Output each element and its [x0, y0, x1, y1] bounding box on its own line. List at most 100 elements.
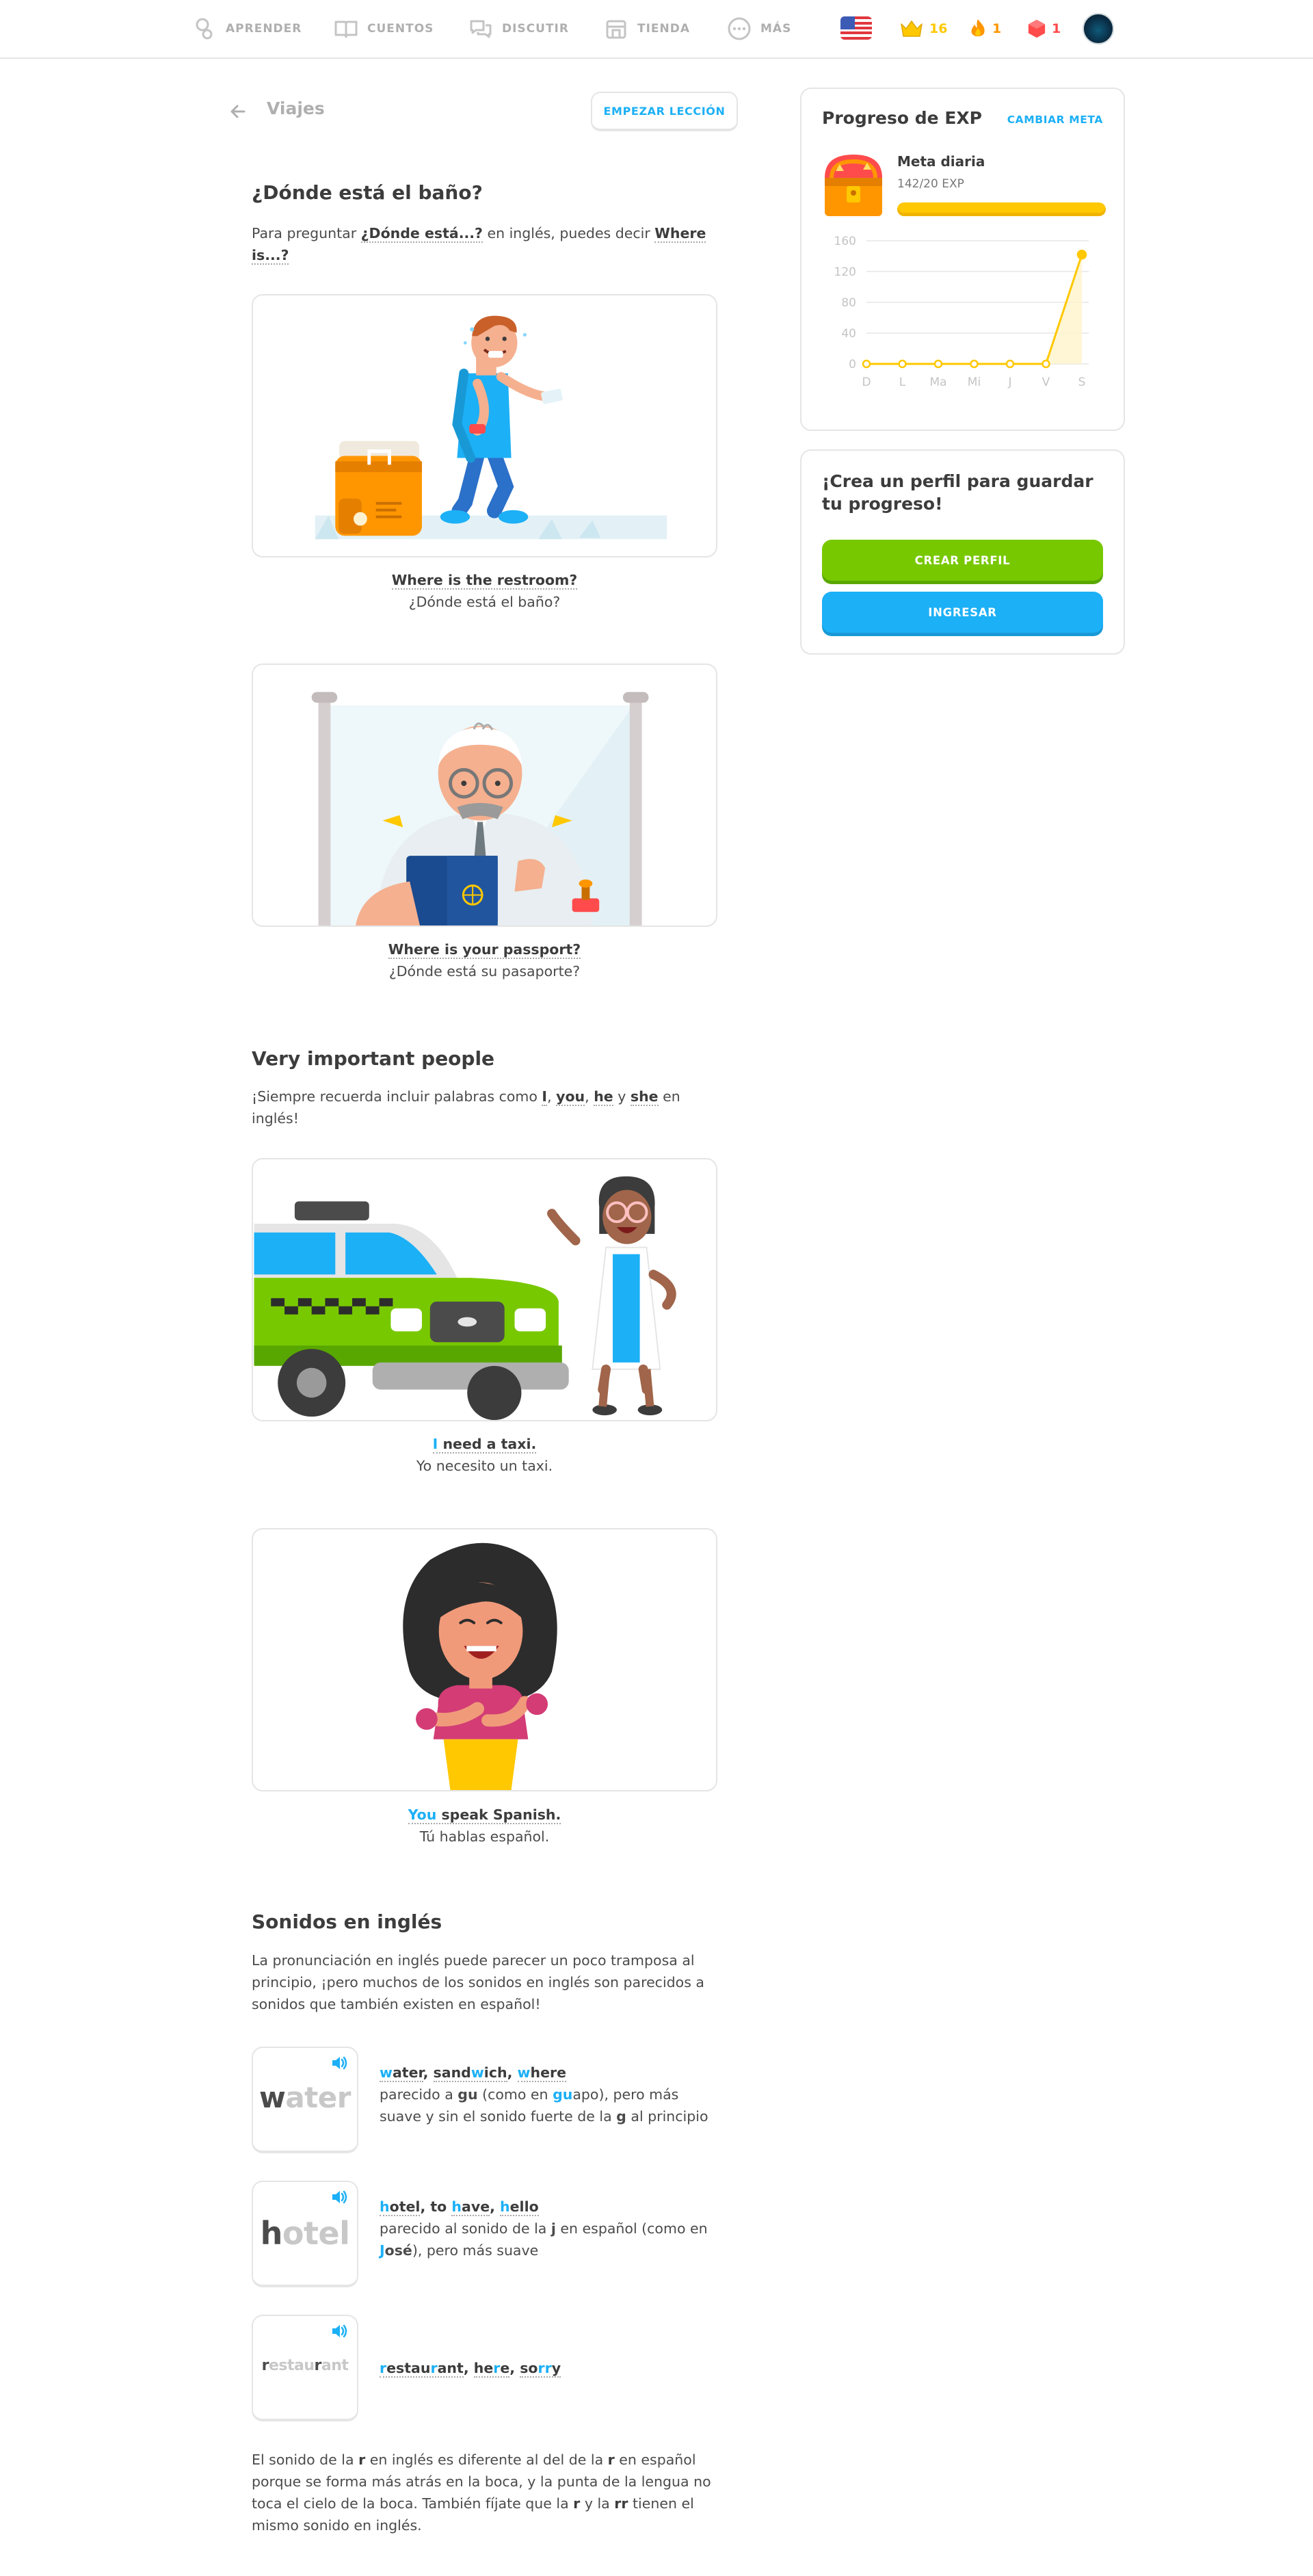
chart-point	[1005, 359, 1015, 369]
hint-word[interactable]: here	[473, 2360, 510, 2378]
chart-x-tick-label: Mi	[968, 376, 981, 389]
streak-count: 1	[992, 21, 1002, 36]
example-restroom: Where is the restroom? ¿Dónde está el ba…	[252, 569, 717, 613]
daily-goal-progress-bar	[897, 202, 1106, 216]
example-passport: Where is your passport? ¿Dónde está su p…	[252, 938, 717, 982]
sound-example-words: restaurant, here, sorry	[380, 2360, 561, 2378]
streak-counter[interactable]: 1	[969, 16, 1001, 41]
gem-icon	[1028, 19, 1046, 38]
hint-word[interactable]: hotel	[380, 2198, 421, 2216]
chart-y-tick-label: 0	[849, 358, 856, 371]
section-title-bathroom: ¿Dónde está el baño?	[252, 181, 483, 204]
unit-title: Viajes	[267, 98, 325, 118]
example-english[interactable]: You speak Spanish.	[408, 1806, 561, 1824]
daily-goal-exp: 142/20 EXP	[897, 177, 964, 191]
restroom-illustration	[315, 315, 667, 540]
illustration-spanish-speaker	[252, 1528, 717, 1791]
crowns-count: 16	[929, 21, 948, 36]
example-taxi: I need a taxi. Yo necesito un taxi.	[252, 1433, 717, 1477]
exp-progress-panel: Progreso de EXP CAMBIAR META Meta diaria…	[800, 88, 1125, 431]
hint-word[interactable]: I	[542, 1088, 548, 1106]
sound-explanation: parecido a gu (como en guapo), pero más …	[380, 2086, 708, 2125]
us-flag-icon[interactable]	[840, 16, 872, 40]
nav-label: APRENDER	[226, 22, 302, 36]
hint-word[interactable]: he	[594, 1088, 613, 1106]
discuss-icon	[470, 20, 492, 38]
gems-counter[interactable]: 1	[1027, 16, 1061, 41]
learn-icon	[196, 18, 213, 40]
chart-y-tick-label: 40	[841, 327, 856, 341]
sound-description-hotel: hotel, to have, hello parecido al sonido…	[380, 2196, 721, 2261]
example-english[interactable]: I need a taxi.	[432, 1436, 537, 1454]
example-english[interactable]: Where is your passport?	[388, 941, 581, 959]
chart-x-tick-label: V	[1042, 376, 1050, 389]
hint-word[interactable]: sorry	[520, 2360, 561, 2378]
chart-point	[970, 359, 979, 369]
example-spanish: ¿Dónde está su pasaporte?	[388, 963, 581, 980]
sound-description-restaurant: restaurant, here, sorry	[380, 2357, 721, 2379]
flame-icon	[971, 19, 985, 37]
hint-word[interactable]: water	[380, 2064, 423, 2082]
us-flag-graphic	[840, 16, 872, 40]
exp-panel-title: Progreso de EXP	[822, 108, 982, 128]
hint-word[interactable]: have	[451, 2198, 490, 2216]
nav-item-more[interactable]: MÁS	[726, 15, 791, 42]
chart-series-line	[866, 254, 1083, 365]
back-arrow-icon[interactable]	[228, 101, 248, 122]
gems-count: 1	[1052, 21, 1061, 36]
profile-panel-title: ¡Crea un perfil para guardar tu progreso…	[822, 471, 1093, 514]
nav-item-discuss[interactable]: DISCUTIR	[468, 15, 569, 42]
hint-word[interactable]: where	[517, 2064, 566, 2082]
sound-example-words: hotel, to have, hello	[380, 2198, 539, 2216]
sounds-intro: La pronunciación en inglés puede parecer…	[252, 1952, 704, 2012]
chart-point	[1076, 250, 1087, 260]
example-spanish-speaker: You speak Spanish. Tú hablas español.	[252, 1804, 717, 1848]
chart-y-tick-label: 120	[834, 265, 856, 279]
chart-y-tick-label: 80	[841, 296, 856, 310]
chart-area	[866, 254, 1082, 364]
chart-x-tick-label: Ma	[929, 376, 946, 389]
hint-word[interactable]: she	[630, 1088, 659, 1106]
top-navigation-bar: APRENDER CUENTOS DISCUTIR TIENDA MÁS 16 …	[0, 0, 1313, 59]
illustration-passport	[252, 663, 717, 927]
sound-card-word: water	[259, 2081, 351, 2114]
nav-item-stories[interactable]: CUENTOS	[333, 15, 434, 42]
login-button[interactable]: INGRESAR	[822, 592, 1103, 633]
sounds-outro: El sonido de la r en inglés es diferente…	[252, 2452, 711, 2534]
passport-illustration	[311, 692, 649, 925]
chart-x-tick-label: D	[862, 376, 871, 389]
hint-word[interactable]: sandwich	[433, 2064, 507, 2082]
nav-item-learn[interactable]: APRENDER	[191, 15, 302, 42]
example-english[interactable]: Where is the restroom?	[391, 572, 578, 590]
hint-word[interactable]: ¿Dónde está...?	[360, 225, 483, 243]
treasure-chest-icon	[825, 155, 882, 216]
sound-card-restaurant[interactable]: restaurant	[252, 2315, 358, 2421]
crowns-counter[interactable]: 16	[899, 16, 947, 41]
example-spanish: Yo necesito un taxi.	[416, 1458, 553, 1474]
sound-card-water[interactable]: water	[252, 2047, 358, 2153]
sound-explanation: parecido al sonido de la j en español (c…	[380, 2220, 708, 2259]
bathroom-intro: Para preguntar ¿Dónde está...? en inglés…	[252, 225, 706, 265]
chart-x-tick-label: L	[899, 376, 906, 389]
change-goal-link[interactable]: CAMBIAR META	[1007, 114, 1103, 126]
progress-fill	[897, 202, 1106, 216]
chart-point	[898, 359, 907, 369]
nav-label: CUENTOS	[367, 22, 434, 36]
hint-word[interactable]: restaurant	[380, 2360, 464, 2378]
sound-card-hotel[interactable]: hotel	[252, 2181, 358, 2287]
avatar[interactable]	[1083, 13, 1114, 44]
chart-point	[1042, 359, 1050, 369]
speaker-illustration	[403, 1542, 557, 1790]
crown-icon	[901, 21, 923, 37]
sound-description-water: water, sandwich, where parecido a gu (co…	[380, 2062, 721, 2127]
nav-item-shop[interactable]: TIENDA	[603, 15, 690, 42]
chart-point	[862, 359, 871, 369]
nav-label: TIENDA	[637, 22, 691, 36]
start-lesson-button[interactable]: EMPEZAR LECCIÓN	[591, 92, 738, 131]
hint-word[interactable]: you	[556, 1088, 585, 1106]
exp-chart: 0 40 80 120 160 D L Ma Mi J V S	[834, 235, 1089, 389]
sound-card-word: restaurant	[261, 2357, 349, 2374]
create-profile-button[interactable]: CREAR PERFIL	[822, 540, 1103, 581]
chart-x-tick-label: J	[1007, 376, 1011, 389]
hint-word[interactable]: hello	[500, 2198, 539, 2216]
